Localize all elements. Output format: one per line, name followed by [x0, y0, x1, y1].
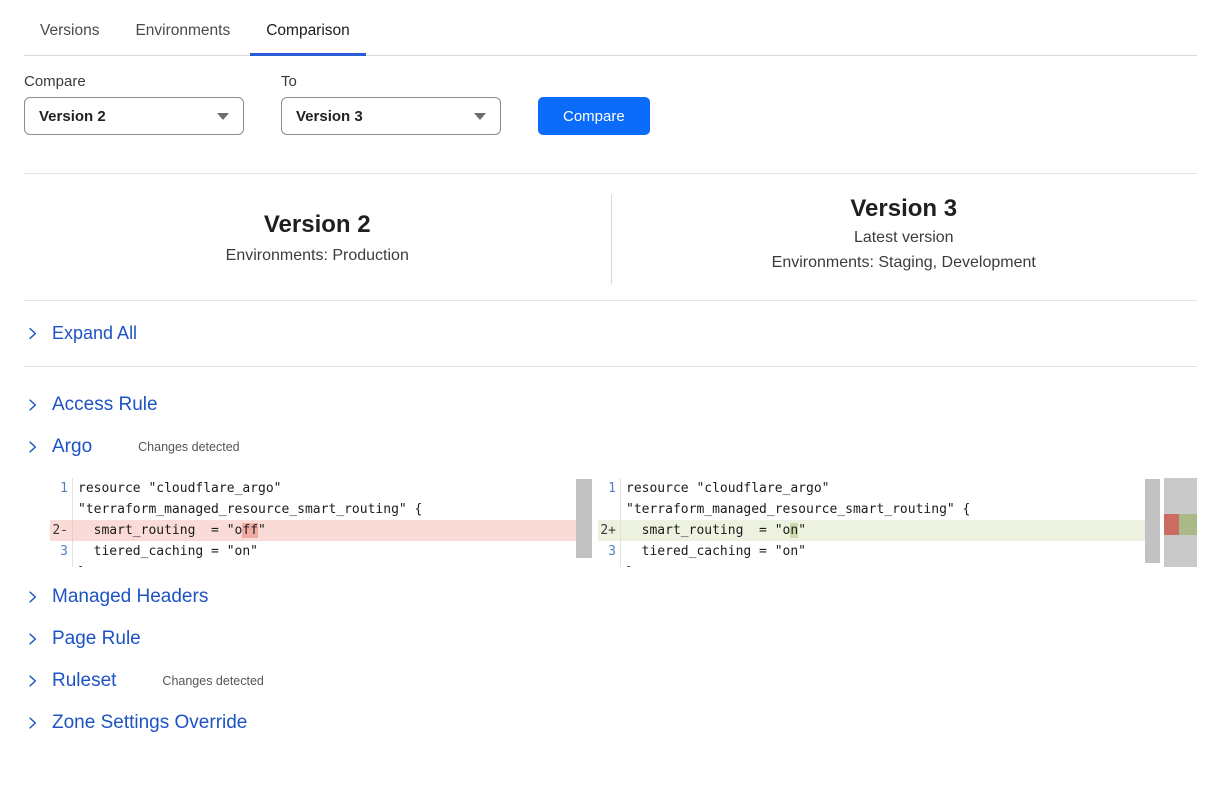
section-label: Access Rule — [52, 394, 158, 416]
line-code: "terraform_managed_resource_smart_routin… — [621, 499, 970, 520]
chevron-right-icon — [26, 631, 39, 647]
line-code: resource "cloudflare_argo" — [621, 478, 830, 499]
diff-code-left: 1resource "cloudflare_argo""terraform_ma… — [50, 478, 592, 567]
minimap-removed-marker — [1164, 514, 1179, 535]
line-number — [598, 499, 621, 520]
column-divider — [611, 194, 612, 284]
diff-line: 1resource "cloudflare_argo" — [598, 478, 1149, 499]
compare-to-select[interactable]: Version 3 — [281, 97, 501, 135]
section-zone-settings-override[interactable]: Zone Settings Override — [26, 712, 247, 734]
tab-bar: Versions Environments Comparison — [24, 0, 1197, 56]
diff-minimap[interactable] — [1164, 478, 1197, 567]
line-number — [50, 562, 73, 567]
line-number: 1 — [50, 478, 73, 499]
expand-all-button[interactable]: Expand All — [24, 301, 139, 366]
chevron-down-icon — [474, 113, 486, 120]
line-number: 1 — [598, 478, 621, 499]
chevron-right-icon — [26, 326, 39, 341]
section-label: Argo — [52, 436, 92, 458]
section-page-rule[interactable]: Page Rule — [26, 628, 141, 650]
diff-line: } — [50, 562, 592, 567]
section-access-rule[interactable]: Access Rule — [26, 394, 158, 416]
diff-line: 2+ smart_routing = "on" — [598, 520, 1149, 541]
diff-line: 1resource "cloudflare_argo" — [50, 478, 592, 499]
minimap-change-marker — [1164, 514, 1197, 535]
line-code: resource "cloudflare_argo" — [73, 478, 282, 499]
comparison-page: Versions Environments Comparison Compare… — [0, 0, 1224, 788]
version-right-title: Version 3 — [611, 194, 1198, 224]
line-code: } — [73, 562, 86, 567]
to-label: To — [281, 73, 501, 90]
line-number: 2+ — [598, 520, 621, 541]
changes-detected-badge: Changes detected — [138, 436, 239, 458]
compare-button[interactable]: Compare — [538, 97, 650, 135]
line-number — [50, 499, 73, 520]
divider — [24, 300, 1197, 301]
argo-diff-viewer: 1resource "cloudflare_argo""terraform_ma… — [50, 478, 1197, 567]
compare-to-value: Version 3 — [296, 108, 363, 125]
section-ruleset[interactable]: Ruleset Changes detected — [26, 670, 264, 692]
diff-line: 3 tiered_caching = "on" — [50, 541, 592, 562]
section-argo[interactable]: Argo Changes detected — [26, 436, 240, 458]
line-number — [598, 562, 621, 567]
minimap-added-marker — [1179, 514, 1197, 535]
left-scrollbar[interactable] — [576, 479, 592, 558]
tab-environments[interactable]: Environments — [119, 15, 246, 56]
divider — [24, 366, 1197, 367]
diff-panel-right: 1resource "cloudflare_argo""terraform_ma… — [598, 478, 1197, 567]
diff-code-right: 1resource "cloudflare_argo""terraform_ma… — [598, 478, 1149, 567]
compare-from-select[interactable]: Version 2 — [24, 97, 244, 135]
changes-detected-badge: Changes detected — [162, 670, 263, 692]
line-code: smart_routing = "on" — [621, 520, 806, 541]
version-left-header: Version 2 Environments: Production — [24, 174, 611, 300]
line-code: tiered_caching = "on" — [73, 541, 258, 562]
section-label: Managed Headers — [52, 586, 208, 608]
diff-line: 3 tiered_caching = "on" — [598, 541, 1149, 562]
section-managed-headers[interactable]: Managed Headers — [26, 586, 208, 608]
chevron-right-icon — [26, 397, 39, 413]
line-code: smart_routing = "off" — [73, 520, 266, 541]
tab-versions[interactable]: Versions — [24, 15, 115, 56]
version-left-subtitle: Environments: Production — [24, 242, 611, 269]
diff-line: "terraform_managed_resource_smart_routin… — [598, 499, 1149, 520]
line-code: tiered_caching = "on" — [621, 541, 806, 562]
diff-line: "terraform_managed_resource_smart_routin… — [50, 499, 592, 520]
chevron-right-icon — [26, 673, 39, 689]
version-right-subtitle: Environments: Staging, Development — [611, 252, 1198, 274]
section-label: Zone Settings Override — [52, 712, 247, 734]
section-label: Ruleset — [52, 670, 116, 692]
line-code: } — [621, 562, 634, 567]
diff-panel-left: 1resource "cloudflare_argo""terraform_ma… — [50, 478, 592, 567]
chevron-right-icon — [26, 589, 39, 605]
version-headers: Version 2 Environments: Production Versi… — [24, 174, 1197, 300]
line-number: 3 — [50, 541, 73, 562]
chevron-right-icon — [26, 715, 39, 731]
line-number: 3 — [598, 541, 621, 562]
tab-comparison[interactable]: Comparison — [250, 15, 366, 56]
compare-from-field: Compare Version 2 — [24, 73, 244, 135]
expand-all-label: Expand All — [52, 323, 137, 344]
version-right-latest-label: Latest version — [611, 228, 1198, 248]
compare-to-field: To Version 3 — [281, 73, 501, 135]
compare-form: Compare Version 2 To Version 3 Compare — [24, 73, 1197, 135]
diff-line: } — [598, 562, 1149, 567]
line-number: 2- — [50, 520, 73, 541]
version-right-header: Version 3 Latest version Environments: S… — [611, 174, 1198, 300]
compare-label: Compare — [24, 73, 244, 90]
compare-from-value: Version 2 — [39, 108, 106, 125]
version-left-title: Version 2 — [24, 210, 611, 240]
chevron-down-icon — [217, 113, 229, 120]
section-label: Page Rule — [52, 628, 141, 650]
right-scrollbar[interactable] — [1145, 479, 1160, 563]
chevron-right-icon — [26, 439, 39, 455]
diff-line: 2- smart_routing = "off" — [50, 520, 592, 541]
line-code: "terraform_managed_resource_smart_routin… — [73, 499, 422, 520]
